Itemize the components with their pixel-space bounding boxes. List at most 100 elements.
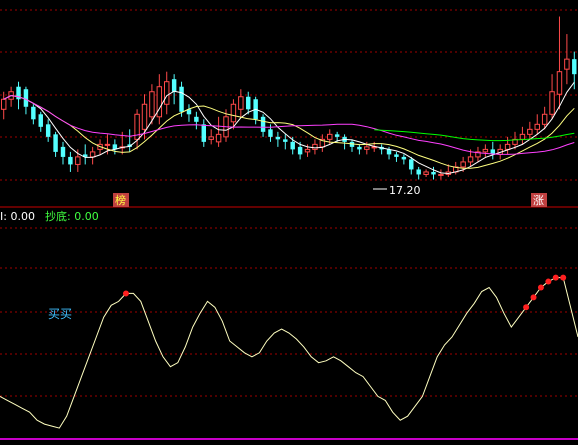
chart-canvas: 17.20 榜 涨 I: 0.00 抄底: 0.00 买买 [0,9,578,440]
candle-body [334,134,340,137]
moving-averages [3,81,575,175]
candle-body [556,71,563,95]
candle-body [275,136,281,140]
candle-body [149,91,155,118]
candle-body [60,146,66,157]
candle-body [23,89,29,107]
candle-body [268,129,273,137]
candle-body [171,79,177,92]
signal-dot [523,304,530,311]
candle [409,156,414,175]
candle [379,144,384,155]
marker-right-label: 涨 [533,194,544,207]
candle [45,119,51,142]
candle-body [423,171,429,175]
signal-dot [552,274,559,281]
candle-body [297,146,303,155]
candle [401,154,407,165]
candle [186,104,192,122]
low-price-label: 17.20 [389,184,421,197]
candle [53,131,58,157]
stock-chart: 17.20 榜 涨 I: 0.00 抄底: 0.00 买买 [0,0,578,445]
candle [16,81,21,110]
candle-body [38,114,43,127]
candle [549,74,555,120]
candle-body [519,133,526,140]
candle [349,139,355,152]
candle-body [364,146,370,150]
candle [490,141,496,160]
candle-body [230,103,237,123]
candle [475,146,481,162]
candle [482,144,489,157]
candle-body [141,103,148,130]
candle [238,89,244,117]
candle [0,91,7,120]
candle [312,139,318,155]
indicator-value-label: I: 0.00 [0,210,35,223]
candle-body [527,128,533,135]
candle [215,116,222,147]
candle-body [549,91,555,115]
candle-body [564,58,570,70]
candle [156,74,163,125]
signal-dot [530,294,537,301]
candle-body [304,148,311,153]
signal-dot [537,284,544,291]
candle [89,146,96,165]
candle-body [179,86,184,112]
candle [164,71,170,115]
candle [534,114,540,135]
candle [357,144,362,155]
candle-body [416,169,421,175]
candle-body [164,81,170,105]
candle-body [401,156,407,160]
marker-left-label: 榜 [115,193,126,207]
candle [416,166,421,180]
candle-body [357,146,362,150]
candle-body [75,156,81,165]
candle [208,129,214,145]
candle-body [482,148,489,153]
candle-body [312,143,318,150]
candle-body [409,159,414,170]
candle [260,114,266,137]
candle-body [460,161,466,168]
candle-body [504,143,511,150]
candle-body [260,116,266,132]
candle [60,141,66,165]
candle [504,136,511,155]
candle-body [534,123,540,130]
candle-body [31,106,36,120]
indicator-bottom-label: 抄底: 0.00 [45,209,99,223]
candle [194,111,199,130]
candle [112,139,118,155]
candle-body [572,59,577,75]
indicator-series [0,277,578,429]
candle-body [283,139,288,142]
candle-body [327,133,333,140]
candle [171,74,177,105]
signal-dot [122,290,129,297]
candle-body [53,134,58,152]
candle-body [104,143,111,146]
candle-body [238,96,244,110]
indicator-line [0,277,578,429]
candle-body [194,116,199,122]
candle-body [89,151,96,158]
candle [68,151,73,172]
candle [438,169,444,180]
candle-body [394,154,399,157]
candle-body [45,124,51,137]
candle-body [541,113,548,125]
candle [423,169,429,177]
candle [394,151,399,162]
price-candles[interactable] [0,16,577,180]
candle-body [208,136,214,140]
ma-line-30 [3,94,575,155]
candle [134,109,140,150]
candle-body [246,96,251,110]
ma-line-5 [3,81,575,175]
candle-body [290,141,295,150]
candle [38,111,43,132]
